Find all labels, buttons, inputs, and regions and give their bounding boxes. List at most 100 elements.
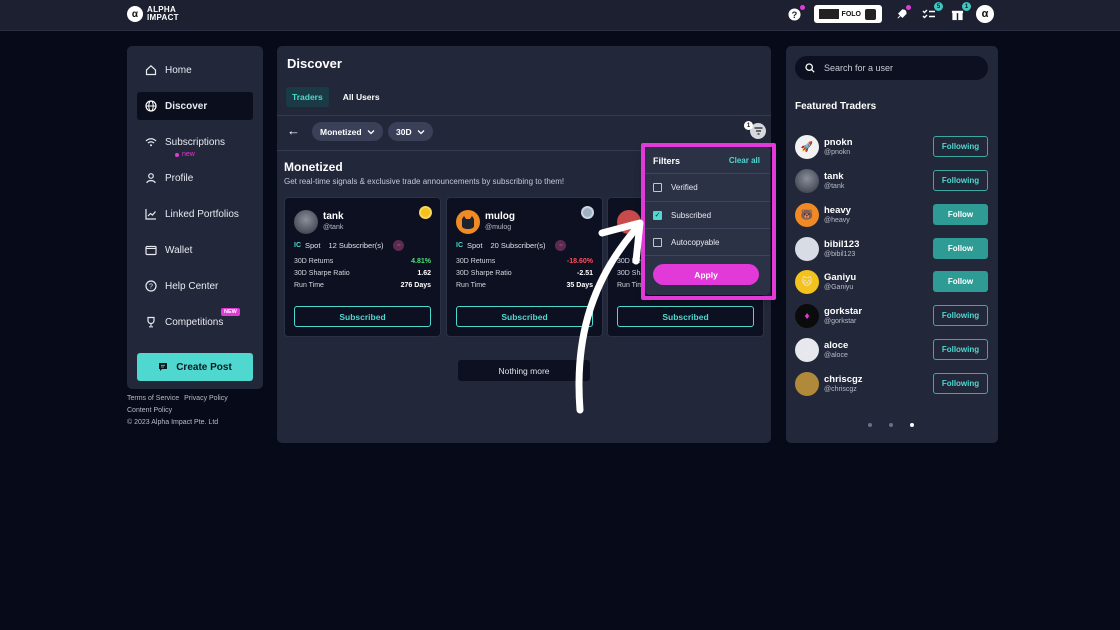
period-filter-dropdown[interactable]: 30D — [388, 122, 433, 141]
comment-icon — [159, 363, 168, 371]
trader-name: mulog — [485, 211, 515, 222]
sidebar-item-wallet[interactable]: Wallet — [137, 236, 253, 264]
trophy-icon — [144, 315, 158, 329]
avatar — [795, 237, 819, 261]
tab-traders[interactable]: Traders — [286, 87, 329, 107]
search-bar[interactable] — [795, 56, 988, 80]
follow-button[interactable]: Follow — [933, 204, 988, 225]
trader-name: Ganiyu — [824, 272, 857, 283]
chevron-down-icon — [417, 129, 425, 134]
sidebar-item-label: Linked Portfolios — [165, 208, 239, 220]
chart-icon — [144, 207, 158, 221]
search-input[interactable] — [824, 63, 974, 73]
pager-dot[interactable] — [889, 423, 893, 427]
svg-text:?: ? — [792, 9, 798, 19]
gift-icon[interactable]: 1 — [948, 2, 971, 23]
logo-line-2: IMPACT — [147, 13, 179, 22]
subscriptions-new-tag: new — [175, 151, 195, 158]
follow-button[interactable]: Follow — [933, 271, 988, 292]
stat-runtime: Run Time 276 Days — [294, 282, 431, 289]
terms-link[interactable]: Terms of Service — [127, 395, 179, 402]
gold-badge-icon — [419, 206, 432, 219]
trader-handle: @pnokn — [824, 149, 851, 156]
trader-handle: @bibil123 — [824, 251, 856, 258]
brand-logo[interactable]: α ALPHA IMPACT — [127, 6, 179, 22]
sidebar-item-competitions[interactable]: Competitions NEW — [137, 308, 253, 336]
trader-handle: @heavy — [824, 217, 850, 224]
user-icon — [144, 171, 158, 185]
trader-handle: @chriscgz — [824, 386, 857, 393]
sidebar-item-label: Discover — [165, 100, 208, 112]
card-meta: IC Spot 20 Subscriber(s) ≈ — [456, 240, 567, 251]
avatar: 🐱 — [795, 338, 819, 362]
search-icon — [805, 63, 815, 73]
content-policy-link[interactable]: Content Policy — [127, 407, 172, 414]
privacy-link[interactable]: Privacy Policy — [184, 395, 228, 402]
pager-dot[interactable] — [868, 423, 872, 427]
wallet-icon — [144, 243, 158, 257]
card-meta: IC Spot 12 Subscriber(s) ≈ — [294, 240, 405, 251]
folo-label: FOLO — [841, 10, 861, 18]
following-button[interactable]: Following — [933, 305, 988, 326]
top-bar: α ALPHA IMPACT ? FOLO 5 1 α — [0, 0, 1120, 31]
user-avatar[interactable]: α — [976, 5, 994, 23]
sidebar-item-profile[interactable]: Profile — [137, 164, 253, 192]
copy-icon: ≈ — [393, 240, 405, 251]
monetized-filter-dropdown[interactable]: Monetized — [312, 122, 383, 141]
following-button[interactable]: Following — [933, 170, 988, 191]
trader-handle: @tank — [824, 183, 845, 190]
sidebar-item-subscriptions[interactable]: Subscriptions new — [137, 128, 253, 158]
rocket-icon[interactable] — [892, 5, 911, 23]
list-item: 🐱 Ganiyu @Ganiyu Follow — [795, 270, 988, 296]
trader-handle: @mulog — [485, 224, 512, 231]
filter-count-badge: 1 — [744, 121, 753, 130]
follow-button[interactable]: Follow — [933, 238, 988, 259]
tasks-icon[interactable]: 5 — [920, 2, 943, 23]
trader-name: bibil123 — [824, 239, 860, 250]
sidebar-item-help-center[interactable]: ? Help Center — [137, 272, 253, 300]
following-button[interactable]: Following — [933, 373, 988, 394]
trader-name: pnokn — [824, 137, 853, 148]
sidebar-item-home[interactable]: Home — [137, 56, 253, 84]
rocket-notification-dot — [906, 5, 911, 10]
back-arrow-icon[interactable]: ← — [287, 123, 300, 138]
stat-returns: 30D Returns 4.81% — [294, 258, 431, 265]
sidebar-item-label: Subscriptions — [165, 136, 226, 148]
folo-widget[interactable]: FOLO — [813, 5, 882, 23]
pager-dot-active[interactable] — [910, 423, 914, 427]
help-icon[interactable]: ? — [786, 5, 805, 23]
tasks-count-badge: 5 — [934, 2, 943, 11]
trader-handle: @tank — [323, 224, 344, 231]
gift-count-badge: 1 — [962, 2, 971, 11]
annotation-arrow-icon — [575, 219, 644, 414]
page-title: Discover — [287, 56, 342, 71]
sidebar-item-linked-portfolios[interactable]: Linked Portfolios — [137, 200, 253, 228]
avatar: 🐻 — [795, 203, 819, 227]
avatar: ♦ — [795, 304, 819, 328]
following-button[interactable]: Following — [933, 339, 988, 360]
home-icon — [144, 63, 158, 77]
trader-handle: @gorkstar — [824, 318, 857, 325]
featured-traders-title: Featured Traders — [795, 101, 877, 112]
list-item: 🐱 aloce @aloce Following — [795, 338, 988, 364]
section-subtitle: Get real-time signals & exclusive trade … — [284, 177, 565, 186]
avatar: 🐱 — [795, 270, 819, 294]
folo-toggle-icon — [864, 7, 877, 21]
following-button[interactable]: Following — [933, 136, 988, 157]
sidebar-item-label: Wallet — [165, 244, 193, 256]
globe-icon — [144, 99, 158, 113]
sidebar: Home Discover Subscriptions new Profile … — [127, 46, 263, 389]
featured-traders-panel: Featured Traders 🚀 pnokn @pnokn Followin… — [786, 46, 998, 443]
subscribed-button[interactable]: Subscribed — [294, 306, 431, 327]
tab-all-users[interactable]: All Users — [337, 87, 386, 107]
footer-links: Terms of Service Privacy Policy Content P… — [127, 393, 233, 429]
sidebar-item-discover[interactable]: Discover — [137, 92, 253, 120]
create-post-button[interactable]: Create Post — [137, 353, 253, 381]
spot-icon: IC — [294, 242, 301, 249]
avatar — [795, 169, 819, 193]
avatar — [456, 210, 480, 234]
trader-name: tank — [323, 211, 344, 222]
trader-card-tank[interactable]: tank @tank IC Spot 12 Subscriber(s) ≈ 30… — [284, 197, 441, 337]
trader-name: chriscgz — [824, 374, 863, 385]
help-circle-icon: ? — [144, 279, 158, 293]
